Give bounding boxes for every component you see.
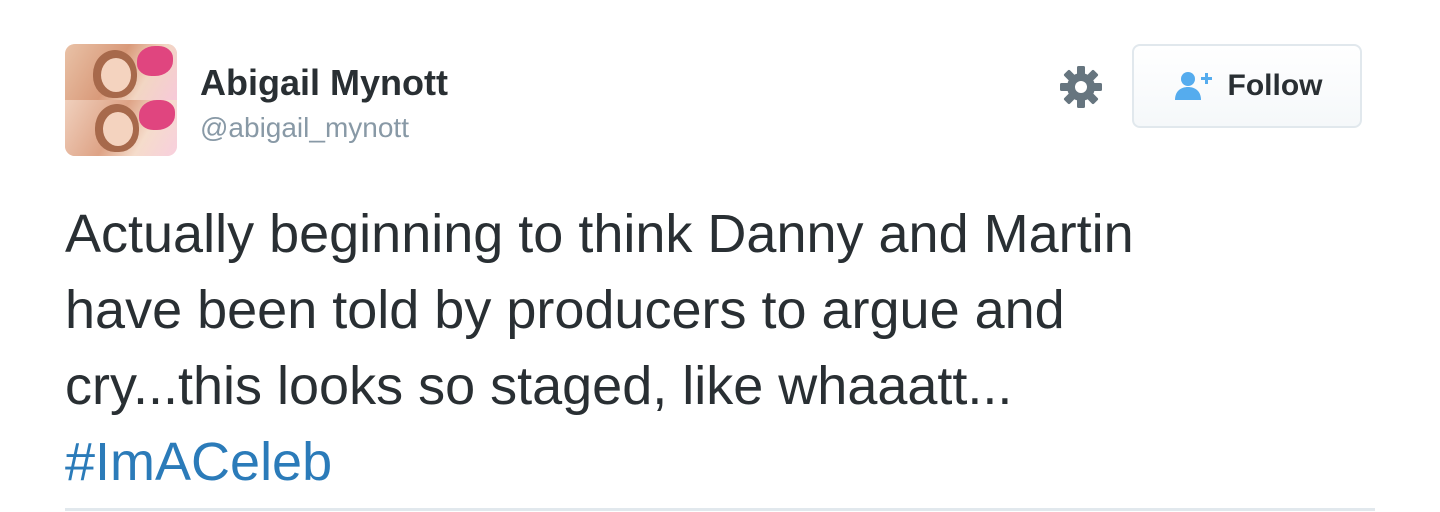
tweet-text-line: have been told by producers to argue and: [65, 280, 1065, 340]
user-handle[interactable]: @abigail_mynott: [200, 112, 409, 144]
gear-icon[interactable]: [1058, 64, 1104, 110]
follow-button[interactable]: Follow: [1132, 44, 1362, 128]
add-user-icon: [1172, 70, 1216, 102]
tweet-text-line: Actually beginning to think Danny and Ma…: [65, 204, 1134, 264]
avatar[interactable]: [65, 44, 177, 156]
follow-button-label: Follow: [1227, 69, 1323, 102]
tweet-text: Actually beginning to think Danny and Ma…: [65, 196, 1385, 500]
tweet-text-line: cry...this looks so staged, like whaaatt…: [65, 356, 1013, 416]
tweet-card: Abigail Mynott @abigail_mynott Follow Ac…: [0, 0, 1440, 512]
hashtag-link[interactable]: #ImACeleb: [65, 424, 1385, 500]
avatar-photo-top: [65, 44, 177, 100]
divider: [65, 508, 1375, 511]
avatar-photo-bottom: [65, 100, 177, 156]
user-display-name[interactable]: Abigail Mynott: [200, 62, 448, 104]
